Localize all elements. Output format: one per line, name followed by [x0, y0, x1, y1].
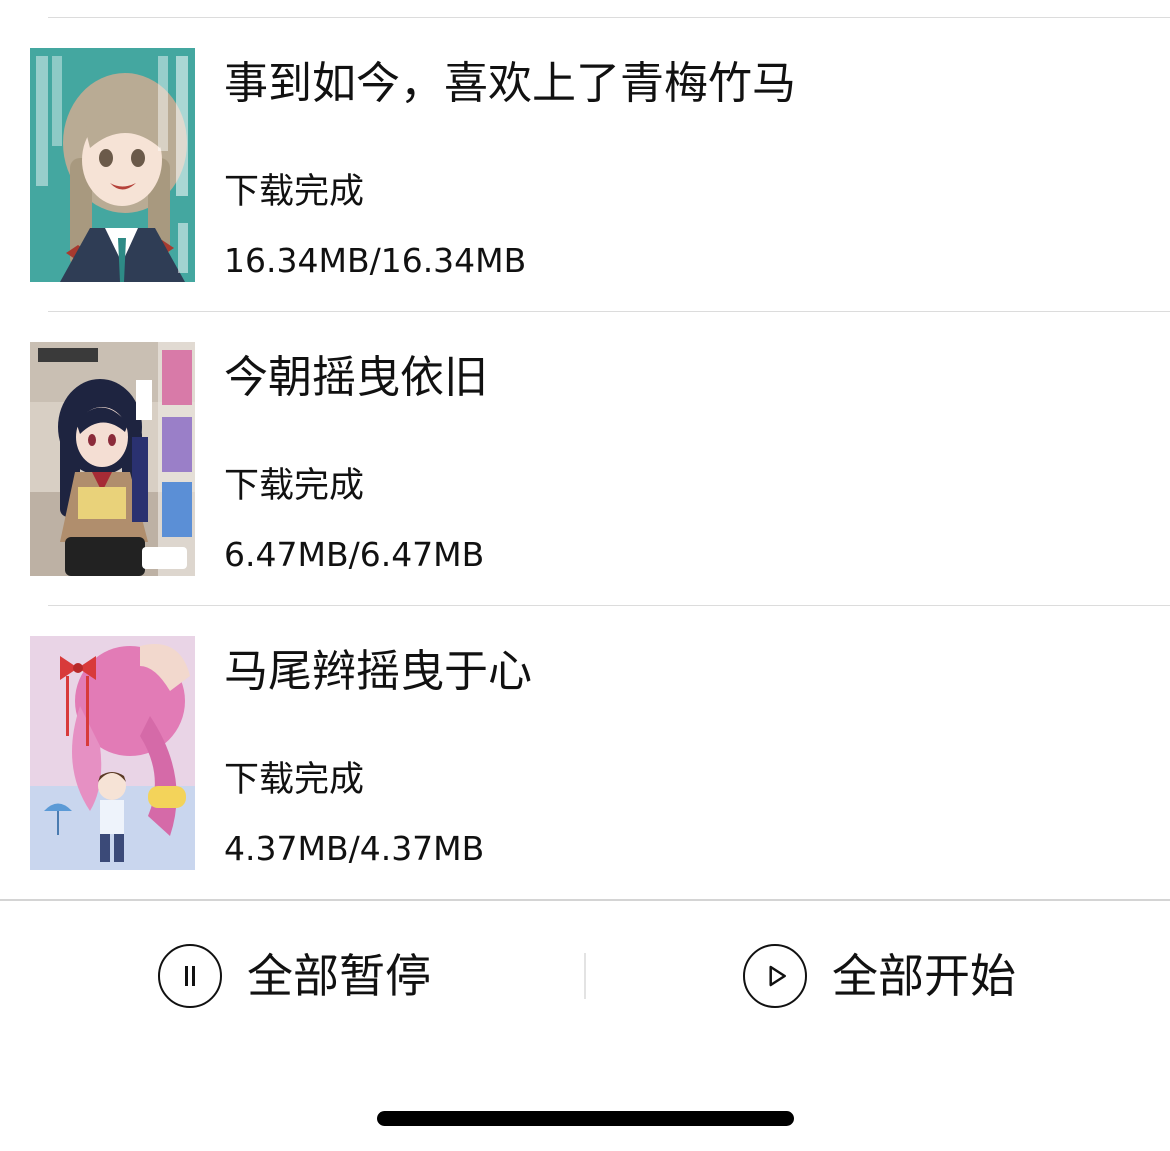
pause-all-button[interactable]: 全部暂停	[158, 941, 431, 1011]
play-circle-icon	[743, 944, 807, 1008]
download-size: 6.47MB/6.47MB	[224, 535, 485, 574]
download-item[interactable]: 今朝摇曳依旧 下载完成 6.47MB/6.47MB	[0, 312, 1170, 606]
download-size: 16.34MB/16.34MB	[224, 241, 527, 280]
download-item[interactable]: 事到如今，喜欢上了青梅竹马 下载完成 16.34MB/16.34MB	[0, 18, 1170, 312]
download-status: 下载完成	[224, 760, 365, 800]
download-item[interactable]: 马尾辫摇曳于心 下载完成 4.37MB/4.37MB	[0, 606, 1170, 900]
manga-cover-image	[30, 342, 195, 576]
download-size: 4.37MB/4.37MB	[224, 829, 485, 868]
download-status: 下载完成	[224, 172, 365, 212]
start-all-label: 全部开始	[832, 949, 1016, 1003]
manga-cover-image	[30, 636, 195, 870]
manga-title: 今朝摇曳依旧	[224, 352, 488, 403]
manga-cover-image	[30, 48, 195, 282]
bottom-action-bar: 全部暂停 全部开始	[0, 899, 1170, 1151]
home-indicator[interactable]	[377, 1111, 794, 1126]
manga-title: 事到如今，喜欢上了青梅竹马	[224, 58, 796, 109]
bar-separator	[584, 953, 586, 999]
download-status: 下载完成	[224, 466, 365, 506]
pause-circle-icon	[158, 944, 222, 1008]
pause-all-label: 全部暂停	[247, 949, 431, 1003]
download-list: 事到如今，喜欢上了青梅竹马 下载完成 16.34MB/16.34MB 今朝摇曳依…	[0, 18, 1170, 900]
start-all-button[interactable]: 全部开始	[743, 941, 1016, 1011]
manga-title: 马尾辫摇曳于心	[224, 646, 532, 697]
